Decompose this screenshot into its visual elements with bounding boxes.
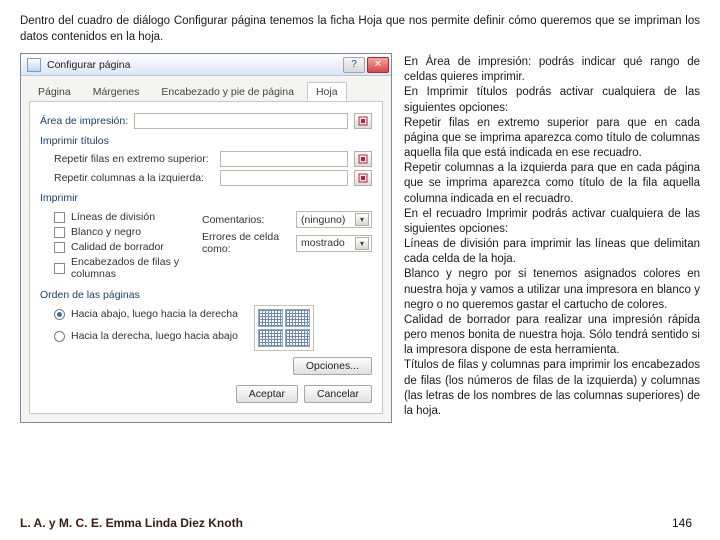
print-titles-group: Imprimir títulos (40, 135, 372, 147)
explanation-text: En Área de impresión: podrás indicar qué… (404, 53, 700, 423)
range-select-icon (358, 173, 368, 183)
tab-sheet[interactable]: Hoja (307, 82, 347, 101)
ok-button[interactable]: Aceptar (236, 385, 298, 403)
page-order-diagram (254, 305, 314, 351)
range-select-icon (358, 116, 368, 126)
explain-p7: Blanco y negro por si tenemos asignados … (404, 267, 700, 313)
check-gridlines[interactable] (54, 212, 65, 223)
print-area-range-picker[interactable] (354, 113, 372, 129)
range-select-icon (358, 154, 368, 164)
footer-author: L. A. y M. C. E. Emma Linda Diez Knoth (20, 516, 243, 530)
tab-header-footer[interactable]: Encabezado y pie de página (152, 82, 303, 101)
explain-p5: En el recuadro Imprimir podrás activar c… (404, 207, 700, 237)
dialog-title: Configurar página (47, 59, 343, 71)
check-gridlines-label: Líneas de división (71, 211, 155, 223)
explain-p9: Títulos de filas y columnas para imprimi… (404, 358, 700, 419)
cell-errors-value: mostrado (301, 237, 345, 249)
check-bw-label: Blanco y negro (71, 226, 141, 238)
radio-over-then-down[interactable] (54, 331, 65, 342)
chevron-down-icon: ▾ (355, 237, 369, 250)
page-setup-dialog: Configurar página ? ✕ Página Márgenes En… (20, 53, 392, 423)
repeat-cols-input[interactable] (220, 170, 348, 186)
comments-value: (ninguno) (301, 214, 345, 226)
intro-paragraph: Dentro del cuadro de diálogo Configurar … (0, 0, 720, 53)
repeat-cols-range-picker[interactable] (354, 170, 372, 186)
comments-select[interactable]: (ninguno) ▾ (296, 211, 372, 228)
cancel-button[interactable]: Cancelar (304, 385, 372, 403)
help-icon: ? (351, 60, 357, 70)
print-group: Imprimir (40, 192, 372, 204)
repeat-rows-input[interactable] (220, 151, 348, 167)
footer-page-number: 146 (672, 516, 692, 530)
comments-label: Comentarios: (202, 214, 290, 226)
radio-over-then-down-label: Hacia la derecha, luego hacia abajo (71, 330, 238, 342)
cell-errors-select[interactable]: mostrado ▾ (296, 235, 372, 252)
print-area-label: Área de impresión: (40, 115, 128, 127)
explain-p3: Repetir filas en extremo superior para q… (404, 116, 700, 162)
help-button[interactable]: ? (343, 57, 365, 73)
tab-page[interactable]: Página (29, 82, 80, 101)
repeat-rows-range-picker[interactable] (354, 151, 372, 167)
explain-p4: Repetir columnas a la izquierda para que… (404, 161, 700, 207)
radio-down-then-over-label: Hacia abajo, luego hacia la derecha (71, 308, 238, 320)
radio-down-then-over[interactable] (54, 309, 65, 320)
explain-p6: Líneas de división para imprimir las lín… (404, 237, 700, 267)
print-area-input[interactable] (134, 113, 348, 129)
repeat-cols-label: Repetir columnas a la izquierda: (54, 172, 214, 184)
check-bw[interactable] (54, 227, 65, 238)
chevron-down-icon: ▾ (355, 213, 369, 226)
close-icon: ✕ (374, 60, 382, 70)
dialog-app-icon (27, 58, 41, 72)
repeat-rows-label: Repetir filas en extremo superior: (54, 153, 214, 165)
page-footer: L. A. y M. C. E. Emma Linda Diez Knoth 1… (20, 516, 692, 530)
check-headings-label: Encabezados de filas y columnas (71, 256, 184, 280)
tab-margins[interactable]: Márgenes (84, 82, 149, 101)
check-draft[interactable] (54, 242, 65, 253)
check-headings[interactable] (54, 263, 65, 274)
check-draft-label: Calidad de borrador (71, 241, 164, 253)
options-button[interactable]: Opciones... (293, 357, 372, 375)
tabstrip: Página Márgenes Encabezado y pie de pági… (21, 76, 391, 101)
explain-p1: En Área de impresión: podrás indicar qué… (404, 55, 700, 85)
page-order-group: Orden de las páginas (40, 289, 372, 301)
explain-p8: Calidad de borrador para realizar una im… (404, 313, 700, 359)
close-button[interactable]: ✕ (367, 57, 389, 73)
tab-panel-sheet: Área de impresión: Imprimir títulos Repe… (29, 101, 383, 414)
explain-p2: En Imprimir títulos podrás activar cualq… (404, 85, 700, 115)
dialog-titlebar: Configurar página ? ✕ (21, 54, 391, 76)
cell-errors-label: Errores de celda como: (202, 231, 290, 255)
